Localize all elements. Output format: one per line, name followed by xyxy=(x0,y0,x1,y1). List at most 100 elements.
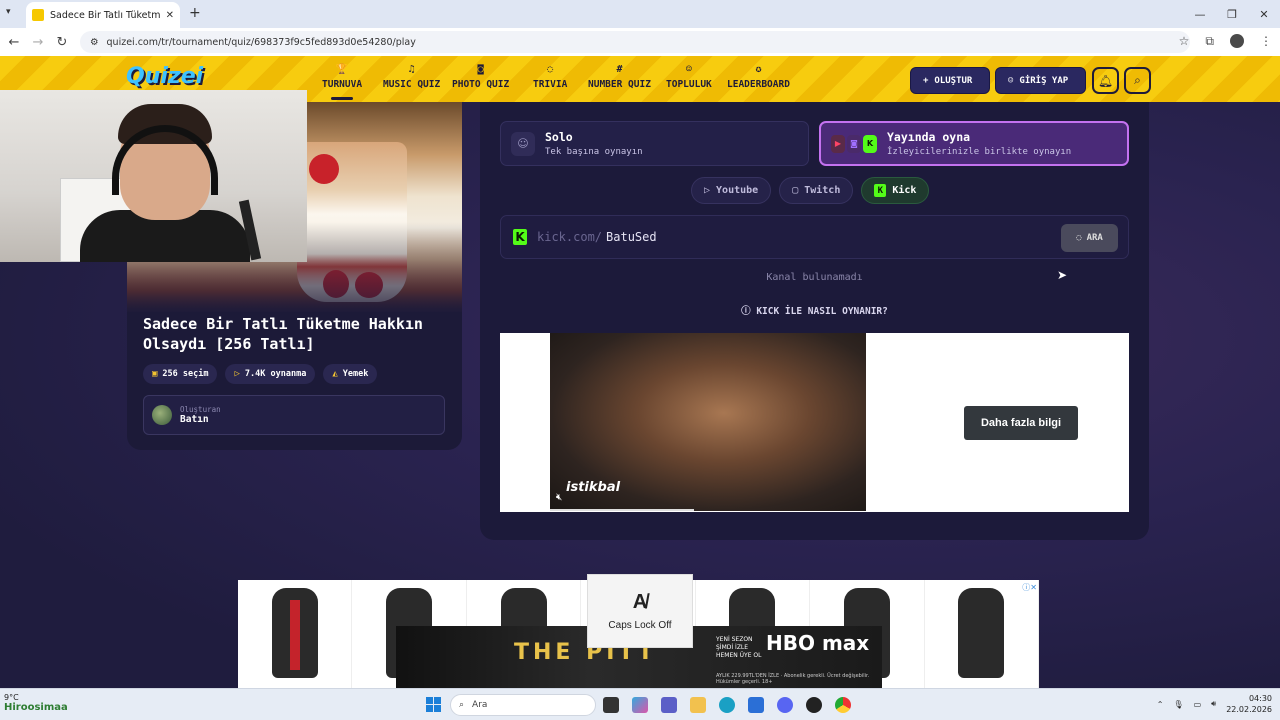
close-window-icon[interactable]: ✕ xyxy=(1248,0,1280,28)
copilot-icon[interactable] xyxy=(632,697,648,713)
nav-music-quiz[interactable]: ♫ MUSIC QUIZ xyxy=(383,64,440,90)
creator-box[interactable]: Oluşturan Batın xyxy=(143,395,445,435)
create-label: OLUŞTUR xyxy=(934,75,973,86)
tab-twitch[interactable]: ▢ Twitch xyxy=(779,177,854,204)
nav-label: PHOTO QUIZ xyxy=(452,79,510,90)
ad-cta-button[interactable]: Daha fazla bilgi xyxy=(964,406,1078,440)
browser-menu-icon[interactable]: ⋮ xyxy=(1260,34,1272,49)
ad-brand: istikbal xyxy=(566,480,621,495)
strawberry-graphic xyxy=(309,154,339,184)
nav-number-quiz[interactable]: # NUMBER QUIZ xyxy=(588,64,651,90)
login-button[interactable]: ☺ GİRİŞ YAP xyxy=(995,67,1086,94)
nav-photo-quiz[interactable]: ◙ PHOTO QUIZ xyxy=(452,64,509,90)
nav-topluluk[interactable]: ☺ TOPLULUK xyxy=(666,64,712,90)
plus-icon: + xyxy=(923,75,929,86)
restore-icon[interactable]: ❐ xyxy=(1216,0,1248,28)
bell-icon: 🔔︎ xyxy=(1097,73,1114,88)
solo-mode-option[interactable]: ☺ Solo Tek başına oynayın xyxy=(500,121,809,166)
site-logo[interactable]: Quizei xyxy=(126,64,203,89)
new-tab-icon[interactable]: + xyxy=(189,5,201,21)
ad-video[interactable]: istikbal 🔇︎ xyxy=(550,333,866,511)
tray-chevron-icon[interactable]: ⌃ xyxy=(1157,700,1164,709)
kick-logo-icon: K xyxy=(513,229,527,245)
camera-icon: ◙ xyxy=(477,64,484,75)
tab-label: Youtube xyxy=(716,185,759,196)
minimize-icon[interactable]: — xyxy=(1184,0,1216,28)
tab-title: Sadece Bir Tatlı Tüketme Hakkın xyxy=(50,9,160,21)
live-mode-option[interactable]: ▶ ◙ K Yayında oyna İzleyicilerinizle bir… xyxy=(819,121,1129,166)
chair-stripe xyxy=(289,600,300,670)
hbo-price: AYLIK 229.99TL'DEN İZLE · Abonelik gerek… xyxy=(716,673,870,685)
platform-icons: ▶ ◙ K xyxy=(831,134,877,153)
play-panel: ☺ Solo Tek başına oynayın ▶ ◙ K Yayında … xyxy=(480,102,1149,540)
tab-kick[interactable]: K Kick xyxy=(861,177,930,204)
user-icon: ☺ xyxy=(511,131,535,156)
user-icon: ☺ xyxy=(1008,75,1014,86)
nav-label: MUSIC QUIZ xyxy=(383,79,441,90)
trophy-icon: 🏆 xyxy=(335,64,349,75)
site-info-icon[interactable]: ⚙ xyxy=(90,37,99,48)
search-label: ARA xyxy=(1086,233,1103,243)
nav-turnuva[interactable]: 🏆 TURNUVA xyxy=(322,64,362,100)
start-button-icon[interactable] xyxy=(426,697,441,712)
extensions-icon[interactable]: ⧉ xyxy=(1205,34,1214,49)
display-icon[interactable]: ▭ xyxy=(1194,700,1202,709)
twitch-icon: ◙ xyxy=(847,134,861,153)
nav-label: NUMBER QUIZ xyxy=(588,79,651,90)
creator-avatar xyxy=(152,405,172,425)
temperature: 9°C xyxy=(4,693,19,702)
forward-icon[interactable]: → xyxy=(26,35,50,50)
howto-link[interactable]: ⓘ KICK İLE NASIL OYNANIR? xyxy=(480,303,1149,317)
search-button[interactable]: ⌕ xyxy=(1124,67,1151,94)
video-ad[interactable]: istikbal 🔇︎ Daha fazla bilgi xyxy=(500,333,1129,512)
quiz-stats: ▣ 256 seçim ▷ 7.4K oynanma ◭ Yemek xyxy=(143,364,378,384)
volume-icon[interactable]: 🔊︎ xyxy=(1211,699,1216,709)
address-bar: ← → ↻ ⚙ quizei.com/tr/tournament/quiz/69… xyxy=(0,28,1280,56)
taskbar-search[interactable]: ⌕ Ara xyxy=(450,694,596,716)
caps-lock-osd: A̸ Caps Lock Off xyxy=(587,574,693,648)
notifications-button[interactable]: 🔔︎ xyxy=(1092,67,1119,94)
channel-input[interactable] xyxy=(606,230,907,244)
youtube-icon: ▷ xyxy=(704,185,711,196)
url-field[interactable]: ⚙ quizei.com/tr/tournament/quiz/698373f9… xyxy=(80,31,1190,53)
teams-icon[interactable] xyxy=(661,697,677,713)
adchoices-icon[interactable]: ⓘ✕ xyxy=(1022,582,1037,593)
file-explorer-icon[interactable] xyxy=(690,697,706,713)
edge-icon[interactable] xyxy=(719,697,735,713)
ad-progress-bar xyxy=(550,509,694,511)
chair-graphic xyxy=(958,588,1005,678)
microphone-icon[interactable]: 🎙︎ xyxy=(1173,700,1183,709)
clock-date: 22.02.2026 xyxy=(1226,705,1272,714)
bookmark-star-icon[interactable]: ☆ xyxy=(1179,34,1190,49)
create-button[interactable]: + OLUŞTUR xyxy=(910,67,990,94)
help-icon: ⓘ xyxy=(741,306,757,317)
hbo-join-text: HEMEN ÜYE OL xyxy=(716,652,762,659)
widget-user: Hiroosimaa xyxy=(4,702,68,713)
tab-search-icon[interactable]: ▾ xyxy=(6,7,11,17)
clock-time: 04:30 xyxy=(1248,694,1272,703)
app-icon[interactable] xyxy=(806,697,822,713)
profile-avatar[interactable] xyxy=(1230,34,1244,48)
browser-tab[interactable]: Sadece Bir Tatlı Tüketme Hakkın ✕ xyxy=(26,2,180,28)
close-tab-icon[interactable]: ✕ xyxy=(166,10,174,21)
store-icon[interactable] xyxy=(748,697,764,713)
clock[interactable]: 04:30 22.02.2026 xyxy=(1226,693,1272,715)
back-icon[interactable]: ← xyxy=(2,35,26,50)
nav-leaderboard[interactable]: ✪ LEADERBOARD xyxy=(727,64,790,90)
discord-icon[interactable] xyxy=(777,697,793,713)
reload-icon[interactable]: ↻ xyxy=(50,35,74,50)
task-view-icon[interactable] xyxy=(603,697,619,713)
ad-product[interactable] xyxy=(238,580,353,688)
chrome-icon[interactable] xyxy=(835,697,851,713)
weather-widget[interactable]: 9°C Hiroosimaa xyxy=(4,693,68,713)
category-chip[interactable]: ◭ Yemek xyxy=(323,364,378,384)
nav-trivia[interactable]: ◌ TRIVIA xyxy=(533,64,567,90)
ad-product[interactable] xyxy=(925,580,1039,688)
hbo-logo: HBO max xyxy=(766,631,870,655)
search-channel-button[interactable]: ◌ ARA xyxy=(1061,224,1118,252)
search-icon: ⌕ xyxy=(459,700,465,710)
category-text: Yemek xyxy=(342,369,369,379)
mute-icon[interactable]: 🔇︎ xyxy=(556,492,562,503)
nav-label: LEADERBOARD xyxy=(727,79,790,90)
tab-youtube[interactable]: ▷ Youtube xyxy=(691,177,772,204)
